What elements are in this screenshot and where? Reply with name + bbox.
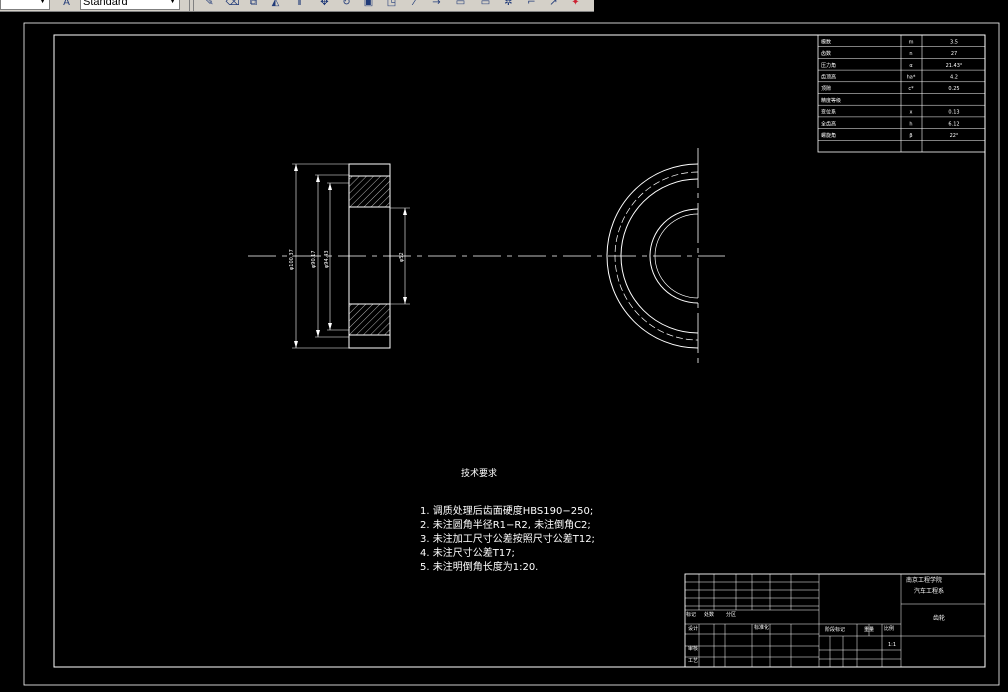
join-icon[interactable]: ▭ [479, 0, 492, 9]
zone-label: 分区 [726, 611, 736, 618]
standard-label: 标准化 [754, 624, 769, 631]
hatch-top [349, 176, 390, 207]
param-name-cell: 齿数 [821, 50, 831, 57]
stage-label: 阶段标记 [825, 626, 845, 633]
tech-req-title: 技术要求 [461, 467, 497, 479]
extend-icon[interactable]: → [430, 0, 443, 9]
tech-req-item: 1. 调质处理后齿面硬度HBS190−250; [420, 504, 593, 517]
param-value-cell: 4.2 [950, 75, 958, 81]
param-value-cell: 3.5 [950, 39, 958, 45]
department-name: 汽车工程系 [914, 587, 944, 595]
sheet-border-outer [23, 22, 1000, 686]
design-label: 设计 [688, 625, 698, 632]
count-label: 处数 [704, 611, 714, 618]
text-style-icon[interactable]: A [60, 0, 73, 9]
fillet-icon[interactable]: ⌐ [525, 0, 538, 9]
tech-req-item: 4. 未注尺寸公差T17; [420, 546, 515, 559]
param-symbol-cell: n [909, 51, 912, 57]
dim-root-diameter: φ90.17 [311, 250, 317, 268]
explode-icon[interactable]: ↗ [547, 0, 560, 9]
param-symbol-cell: m [909, 39, 914, 45]
param-name-cell: 全齿高 [821, 120, 836, 127]
title-block: 南京工程学院 汽车工程系 齿轮 标记 处数 分区 设计 标准化 审核 工艺 阶段… [684, 573, 986, 668]
review-label: 审核 [688, 645, 698, 652]
tech-req-item: 5. 未注明倒角长度为1:20. [420, 560, 538, 573]
mirror-icon[interactable]: ◭ [269, 0, 282, 9]
param-symbol-cell: α [909, 63, 913, 69]
param-value-cell: 6.12 [948, 121, 959, 127]
toolbar: ▼ A Standard ▼ ✎ ⌫ ⧉ ◭ ⫴ ✥ ↻ ▣ ◳ ⁄ → ▭ ▭… [0, 0, 594, 12]
command-line-edge [0, 684, 10, 692]
param-value-cell: 0.25 [948, 86, 959, 92]
chevron-down-icon[interactable]: ▼ [38, 0, 47, 6]
param-symbol-cell: ha* [907, 75, 916, 81]
scale-label: 比例 [884, 625, 894, 632]
school-name: 南京工程学院 [906, 576, 942, 584]
param-name-cell: 齿顶高 [821, 74, 836, 81]
chevron-down-icon[interactable]: ▼ [168, 0, 177, 6]
edit-icon[interactable]: ✎ [203, 0, 216, 9]
text-style-value: Standard [83, 0, 128, 8]
param-symbol-cell: x [910, 110, 913, 116]
stretch-icon[interactable]: ◳ [385, 0, 398, 9]
scale-icon[interactable]: ▣ [362, 0, 375, 9]
text-style-combo[interactable]: Standard ▼ [80, 0, 180, 10]
chamfer-icon[interactable]: ✲ [502, 0, 515, 9]
toolbar-separator [189, 0, 190, 11]
drawing-canvas[interactable]: 模数 m 3.5 齿数 n 27 压力角 α 21.43° 齿顶高 ha* 4.2 顶隙 c* 0.25 精度… [0, 12, 1008, 692]
copy-icon[interactable]: ⧉ [247, 0, 260, 9]
dim-bore-diameter: φ52 [399, 252, 405, 262]
param-value-cell: 22° [950, 133, 959, 139]
param-value-cell: 21.43° [946, 63, 963, 69]
dim-outer-diameter: φ100.37 [289, 249, 295, 270]
layer-combo[interactable]: ▼ [0, 0, 50, 10]
param-name-cell: 顶隙 [821, 85, 831, 92]
param-name-cell: 精度等级 [821, 97, 841, 104]
param-symbol-cell: c* [908, 86, 914, 92]
param-symbol-cell: h [909, 121, 912, 127]
offset-icon[interactable]: ⫴ [293, 0, 306, 9]
move-icon[interactable]: ✥ [318, 0, 331, 9]
dim-pitch-diameter: φ94.43 [324, 250, 330, 268]
param-name-cell: 模数 [821, 38, 831, 45]
param-value-cell: 27 [951, 51, 957, 57]
technical-requirements: 技术要求 1. 调质处理后齿面硬度HBS190−250; 2. 未注圆角半径R1… [420, 467, 595, 573]
break-icon[interactable]: ▭ [454, 0, 467, 9]
scale-value: 1:1 [888, 642, 896, 648]
part-name: 齿轮 [933, 614, 945, 622]
param-name-cell: 变位系 [821, 109, 836, 116]
toolbar-separator [193, 0, 194, 11]
hatch-bottom [349, 304, 390, 335]
param-name-cell: 压力角 [821, 62, 836, 69]
gear-front-view [606, 148, 699, 368]
tech-req-item: 3. 未注加工尺寸公差按照尺寸公差T12; [420, 532, 595, 545]
param-value-cell: 0.13 [948, 110, 959, 116]
weight-label: 重量 [864, 626, 874, 633]
param-name-cell: 螺旋角 [821, 132, 836, 139]
process-label: 工艺 [688, 658, 698, 664]
mark-label: 标记 [686, 611, 696, 618]
tech-req-item: 2. 未注圆角半径R1−R2, 未注倒角C2; [420, 518, 591, 531]
erase-icon[interactable]: ⌫ [225, 0, 239, 9]
param-symbol-cell: β [909, 133, 912, 139]
gear-parameter-table: 模数 m 3.5 齿数 n 27 压力角 α 21.43° 齿顶高 ha* 4.2 顶隙 c* 0.25 精度… [817, 34, 986, 153]
properties-icon[interactable]: ✦ [569, 0, 582, 9]
rotate-icon[interactable]: ↻ [340, 0, 353, 9]
trim-icon[interactable]: ⁄ [408, 0, 421, 9]
